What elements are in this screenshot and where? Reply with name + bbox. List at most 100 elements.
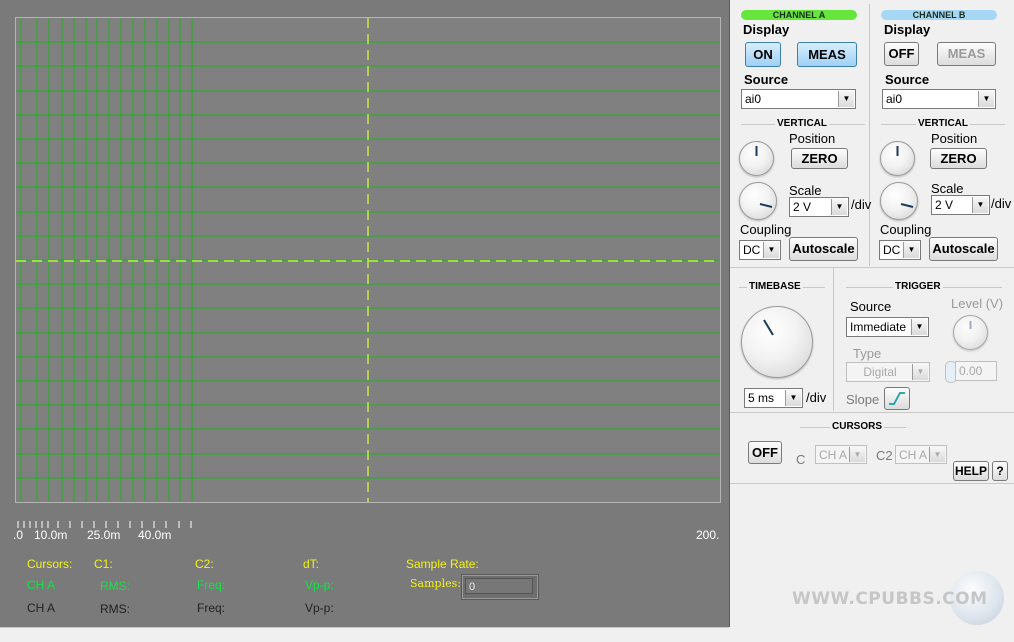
channel-b-source-label: Source: [885, 72, 930, 87]
divider: [730, 267, 1014, 268]
divider: [730, 412, 1014, 413]
cha-freq-label: Freq:: [197, 578, 226, 592]
c1-label: C1:: [94, 557, 113, 571]
chb-label: CH A: [27, 601, 56, 615]
trigger-source-label: Source: [850, 299, 892, 314]
samples-field: 0: [461, 574, 539, 600]
trigger-level-knob[interactable]: [953, 315, 988, 350]
channel-a-coupling-label: Coupling: [740, 222, 792, 237]
chevron-down-icon: ▼: [903, 242, 919, 258]
cursor-c-label: C: [796, 452, 806, 467]
channel-a-on-button[interactable]: ON: [745, 42, 781, 67]
cursor-c-value: CH A: [819, 448, 848, 462]
cursors-label: Cursors:: [27, 557, 73, 571]
c2-label: C2:: [195, 557, 214, 571]
channel-b-source-value: ai0: [886, 92, 903, 106]
timebase-knob[interactable]: [741, 306, 813, 378]
timebase-header: TIMEBASE: [747, 281, 803, 292]
cha-vpp-label: Vp-p:: [305, 578, 334, 592]
question-button[interactable]: ?: [992, 461, 1008, 481]
cursor-c2-value: CH A: [899, 448, 928, 462]
status-bar: [0, 627, 729, 642]
channel-a-source-select[interactable]: ai0 ▼: [741, 89, 856, 109]
channel-b-title: CHANNEL B: [881, 10, 997, 20]
channel-a-title: CHANNEL A: [741, 10, 857, 20]
channel-b-scale-knob[interactable]: [880, 182, 918, 220]
channel-b-display-label: Display: [884, 22, 931, 37]
trigger-level-field[interactable]: 0.00: [955, 361, 997, 381]
channel-b-position-knob[interactable]: [880, 141, 915, 176]
channel-b-source-select[interactable]: ai0 ▼: [882, 89, 996, 109]
chevron-down-icon: ▼: [972, 197, 988, 213]
channel-a-zero-button[interactable]: ZERO: [791, 148, 848, 169]
scope-grid: [16, 18, 720, 502]
x-tick-label: 10.0m: [34, 528, 68, 542]
trigger-header: TRIGGER: [893, 281, 943, 292]
timebase-value: 5 ms: [748, 391, 775, 405]
help-button[interactable]: HELP: [953, 461, 989, 481]
trigger-level-label: Level (V): [951, 296, 1004, 311]
divider: [833, 268, 834, 411]
trigger-source-select[interactable]: Immediate ▼: [846, 317, 929, 337]
dt-label: dT:: [303, 557, 320, 571]
cursors-header: CURSORS: [830, 421, 885, 432]
cursor-c2-label: C2: [876, 448, 893, 463]
x-axis-ticks: [17, 521, 192, 528]
channel-b-autoscale-button[interactable]: Autoscale: [929, 237, 998, 261]
channel-b-coupling-value: DC: [883, 243, 901, 257]
channel-a-position-label: Position: [789, 131, 836, 146]
x-tick-label: .0: [13, 528, 24, 542]
channel-b-scale-label: Scale: [931, 181, 964, 196]
x-tick-label: 200.: [696, 528, 720, 542]
x-tick-label: 40.0m: [138, 528, 172, 542]
trigger-slope-label: Slope: [846, 392, 880, 407]
timebase-select[interactable]: 5 ms ▼: [744, 388, 803, 408]
chb-freq-label: Freq:: [197, 601, 226, 615]
trigger-type-value: Digital: [863, 365, 897, 379]
channel-b-off-button[interactable]: OFF: [884, 42, 919, 66]
chb-vpp-label: Vp-p:: [305, 601, 334, 615]
cursor-c-select[interactable]: CH A ▼: [815, 445, 867, 464]
channel-b-per-div: /div: [991, 196, 1012, 211]
chb-rms-label: RMS:: [100, 602, 130, 616]
chevron-down-icon: ▼: [831, 199, 847, 215]
chevron-down-icon: ▼: [978, 91, 994, 107]
chevron-down-icon: ▼: [763, 242, 779, 258]
timebase-per-div: /div: [806, 390, 827, 405]
channel-b-meas-button[interactable]: MEAS: [937, 42, 996, 66]
channel-a-scale-value: 2 V: [793, 200, 812, 214]
cha-rms-label: RMS:: [100, 579, 130, 593]
scope-screen[interactable]: [15, 17, 721, 503]
chevron-down-icon: ▼: [785, 390, 801, 406]
sample-rate-label: Sample Rate:: [406, 557, 479, 571]
divider: [730, 483, 1014, 484]
chevron-down-icon: ▼: [929, 447, 945, 462]
channel-a-position-knob[interactable]: [739, 141, 774, 176]
channel-a-source-value: ai0: [745, 92, 762, 106]
channel-b-coupling-select[interactable]: DC ▼: [879, 240, 921, 260]
chevron-down-icon: ▼: [912, 364, 928, 380]
channel-a-source-label: Source: [744, 72, 789, 87]
divider: [869, 4, 870, 266]
cursors-off-button[interactable]: OFF: [748, 441, 782, 464]
cursor-c2-select[interactable]: CH A ▼: [895, 445, 947, 464]
slope-rising-button[interactable]: [884, 387, 910, 410]
channel-b-scale-select[interactable]: 2 V ▼: [931, 195, 990, 215]
channel-a-vertical-header: VERTICAL: [775, 118, 829, 129]
chevron-down-icon: ▼: [849, 447, 865, 462]
channel-a-autoscale-button[interactable]: Autoscale: [789, 237, 858, 261]
samples-value: 0: [465, 578, 533, 594]
channel-a-scale-select[interactable]: 2 V ▼: [789, 197, 849, 217]
channel-b-scale-value: 2 V: [935, 198, 954, 212]
x-tick-label: 25.0m: [87, 528, 121, 542]
channel-a-scale-label: Scale: [789, 183, 822, 198]
channel-a-scale-knob[interactable]: [739, 182, 777, 220]
trigger-type-select[interactable]: Digital ▼: [846, 362, 930, 382]
channel-a-meas-button[interactable]: MEAS: [797, 42, 857, 67]
channel-a-display-label: Display: [743, 22, 790, 37]
channel-a-coupling-select[interactable]: DC ▼: [739, 240, 781, 260]
channel-b-zero-button[interactable]: ZERO: [930, 148, 987, 169]
trigger-source-value: Immediate: [850, 320, 907, 334]
channel-b-coupling-label: Coupling: [880, 222, 932, 237]
channel-b-position-label: Position: [931, 131, 978, 146]
